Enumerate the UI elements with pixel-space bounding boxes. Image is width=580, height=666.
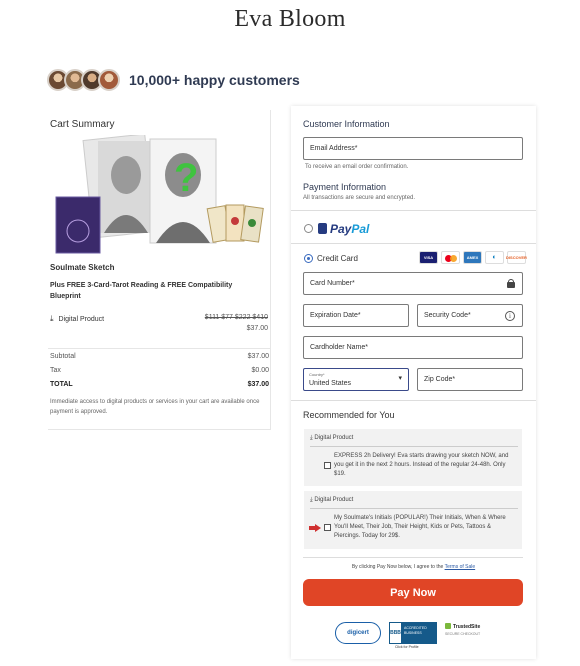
security-code-label: Security Code*: [424, 312, 471, 319]
lock-icon: [507, 279, 515, 288]
discover-icon: DISCOVER: [506, 251, 527, 264]
bbb-line1: ACCREDITED: [404, 626, 427, 630]
credit-card-radio[interactable]: [304, 254, 313, 263]
divider: [291, 400, 536, 401]
divider: [303, 557, 523, 558]
bbb-logo: BBB: [389, 622, 402, 644]
paypal-icon: [318, 223, 327, 234]
customer-info-title: Customer Information: [303, 119, 390, 129]
upsell-text: EXPRESS 2h Delivery! Eva starts drawing …: [334, 453, 509, 477]
bbb-badge[interactable]: BBB ACCREDITED BUSINESS Click for Profil…: [389, 622, 437, 649]
tax-row: Tax $0.00: [50, 367, 269, 374]
terms-of-sale-link[interactable]: Terms of Sale: [445, 564, 476, 570]
mastercard-icon: [441, 251, 460, 264]
email-field[interactable]: Email Address*: [303, 137, 523, 160]
info-icon[interactable]: i: [505, 311, 515, 321]
upsell-checkbox[interactable]: [324, 462, 331, 469]
trustedsite-badge[interactable]: TrustedSite SECURE CHECKOUT: [445, 623, 487, 643]
subtotal-row: Subtotal $37.00: [50, 353, 269, 360]
total-label: TOTAL: [50, 381, 73, 388]
product-type: ⤓ Digital Product: [50, 314, 104, 324]
arrow-right-icon: [309, 524, 321, 532]
upsell-type-label: Digital Product: [314, 497, 354, 503]
bbb-line2: BUSINESS: [404, 631, 422, 635]
product-type-label: Digital Product: [58, 315, 105, 323]
tax-label: Tax: [50, 367, 61, 374]
pay-now-button[interactable]: Pay Now: [303, 579, 523, 606]
visa-icon: VISA: [419, 251, 438, 264]
cardholder-name-field[interactable]: Cardholder Name*: [303, 336, 523, 359]
cart-summary-title: Cart Summary: [50, 119, 115, 130]
card-brands: VISA AMEX ◐ DISCOVER: [419, 251, 527, 264]
tax-value: $0.00: [251, 367, 269, 374]
upsell-checkbox[interactable]: [324, 524, 331, 531]
paypal-radio[interactable]: [304, 224, 313, 233]
upsell-type: ⤓ Digital Product: [310, 435, 353, 442]
divider: [291, 210, 536, 211]
trustedsite-label: TrustedSite: [453, 624, 481, 630]
divider: [291, 243, 536, 244]
original-prices: $111 $77 $222 $410: [204, 314, 268, 321]
subtotal-label: Subtotal: [50, 353, 76, 360]
product-description: Plus FREE 3-Card-Tarot Reading & FREE Co…: [50, 282, 233, 300]
zip-code-label: Zip Code*: [424, 376, 456, 383]
social-proof: 10,000+ happy customers: [47, 69, 300, 91]
download-icon: ⤓: [310, 435, 313, 441]
recommended-title: Recommended for You: [303, 410, 395, 420]
terms-prefix: By clicking Pay Now below, I agree to th…: [351, 564, 444, 570]
total-value: $37.00: [247, 381, 269, 388]
check-icon: [445, 623, 451, 629]
trust-badges: digicert BBB ACCREDITED BUSINESS Click f…: [335, 622, 487, 649]
happy-customers-text: 10,000+ happy customers: [129, 72, 300, 88]
paypal-pay: Pay: [330, 222, 352, 236]
svg-text:?: ?: [174, 156, 198, 200]
subtotal-value: $37.00: [247, 353, 269, 360]
total-row: TOTAL $37.00: [50, 381, 269, 388]
upsell-text: My Soulmate's Initials (POPULAR!) Their …: [334, 515, 506, 539]
trustedsite-sub: SECURE CHECKOUT: [445, 632, 481, 636]
credit-card-label: Credit Card: [317, 254, 358, 263]
download-icon: ⤓: [50, 314, 54, 323]
expiration-label: Expiration Date*: [310, 312, 361, 319]
amex-icon: AMEX: [463, 251, 482, 264]
download-icon: ⤓: [310, 497, 313, 503]
upsell-type: ⤓ Digital Product: [310, 497, 353, 504]
bbb-text: ACCREDITED BUSINESS: [402, 622, 437, 644]
zip-code-field[interactable]: Zip Code*: [417, 368, 523, 391]
cart-summary: Cart Summary ? Soulmate Sketch Plus FREE…: [48, 110, 271, 430]
payment-info-title: Payment Information: [303, 182, 387, 192]
divider: [310, 508, 518, 509]
terms-agreement: By clicking Pay Now below, I agree to th…: [291, 564, 536, 570]
product-image: ?: [50, 135, 268, 255]
payment-subtitle: All transactions are secure and encrypte…: [303, 195, 416, 201]
upsell-type-label: Digital Product: [314, 435, 354, 441]
customer-avatars: [47, 69, 120, 91]
country-caption: Country*: [309, 372, 325, 377]
expiration-field[interactable]: Expiration Date*: [303, 304, 409, 327]
paypal-logo[interactable]: PayPal: [318, 222, 369, 236]
email-label: Email Address*: [310, 145, 358, 152]
security-code-field[interactable]: Security Code* i: [417, 304, 523, 327]
divider: [48, 348, 271, 349]
diners-icon: ◐: [485, 251, 504, 264]
avatar: [98, 69, 120, 91]
upsell-item: ⤓ Digital Product EXPRESS 2h Delivery! E…: [304, 429, 522, 486]
brand-logo: Eva Bloom: [234, 6, 346, 32]
product-price: $37.00: [246, 325, 268, 332]
product-name: Soulmate Sketch: [50, 263, 115, 272]
divider: [310, 446, 518, 447]
checkout-panel: Customer Information Email Address* To r…: [291, 106, 536, 659]
chevron-down-icon: ▾: [398, 375, 402, 382]
bbb-caption: Click for Profile: [395, 645, 419, 649]
country-value: United States: [309, 380, 352, 387]
access-note: Immediate access to digital products or …: [50, 399, 260, 415]
cardholder-name-label: Cardholder Name*: [310, 344, 368, 351]
email-hint: To receive an email order confirmation.: [305, 164, 409, 170]
country-select[interactable]: Country* United States ▾: [303, 368, 409, 391]
upsell-item: ⤓ Digital Product My Soulmate's Initials…: [304, 491, 522, 549]
card-number-field[interactable]: Card Number*: [303, 272, 523, 295]
digicert-badge[interactable]: digicert: [335, 622, 381, 644]
paypal-pal: Pal: [351, 222, 370, 236]
card-number-label: Card Number*: [310, 280, 355, 287]
